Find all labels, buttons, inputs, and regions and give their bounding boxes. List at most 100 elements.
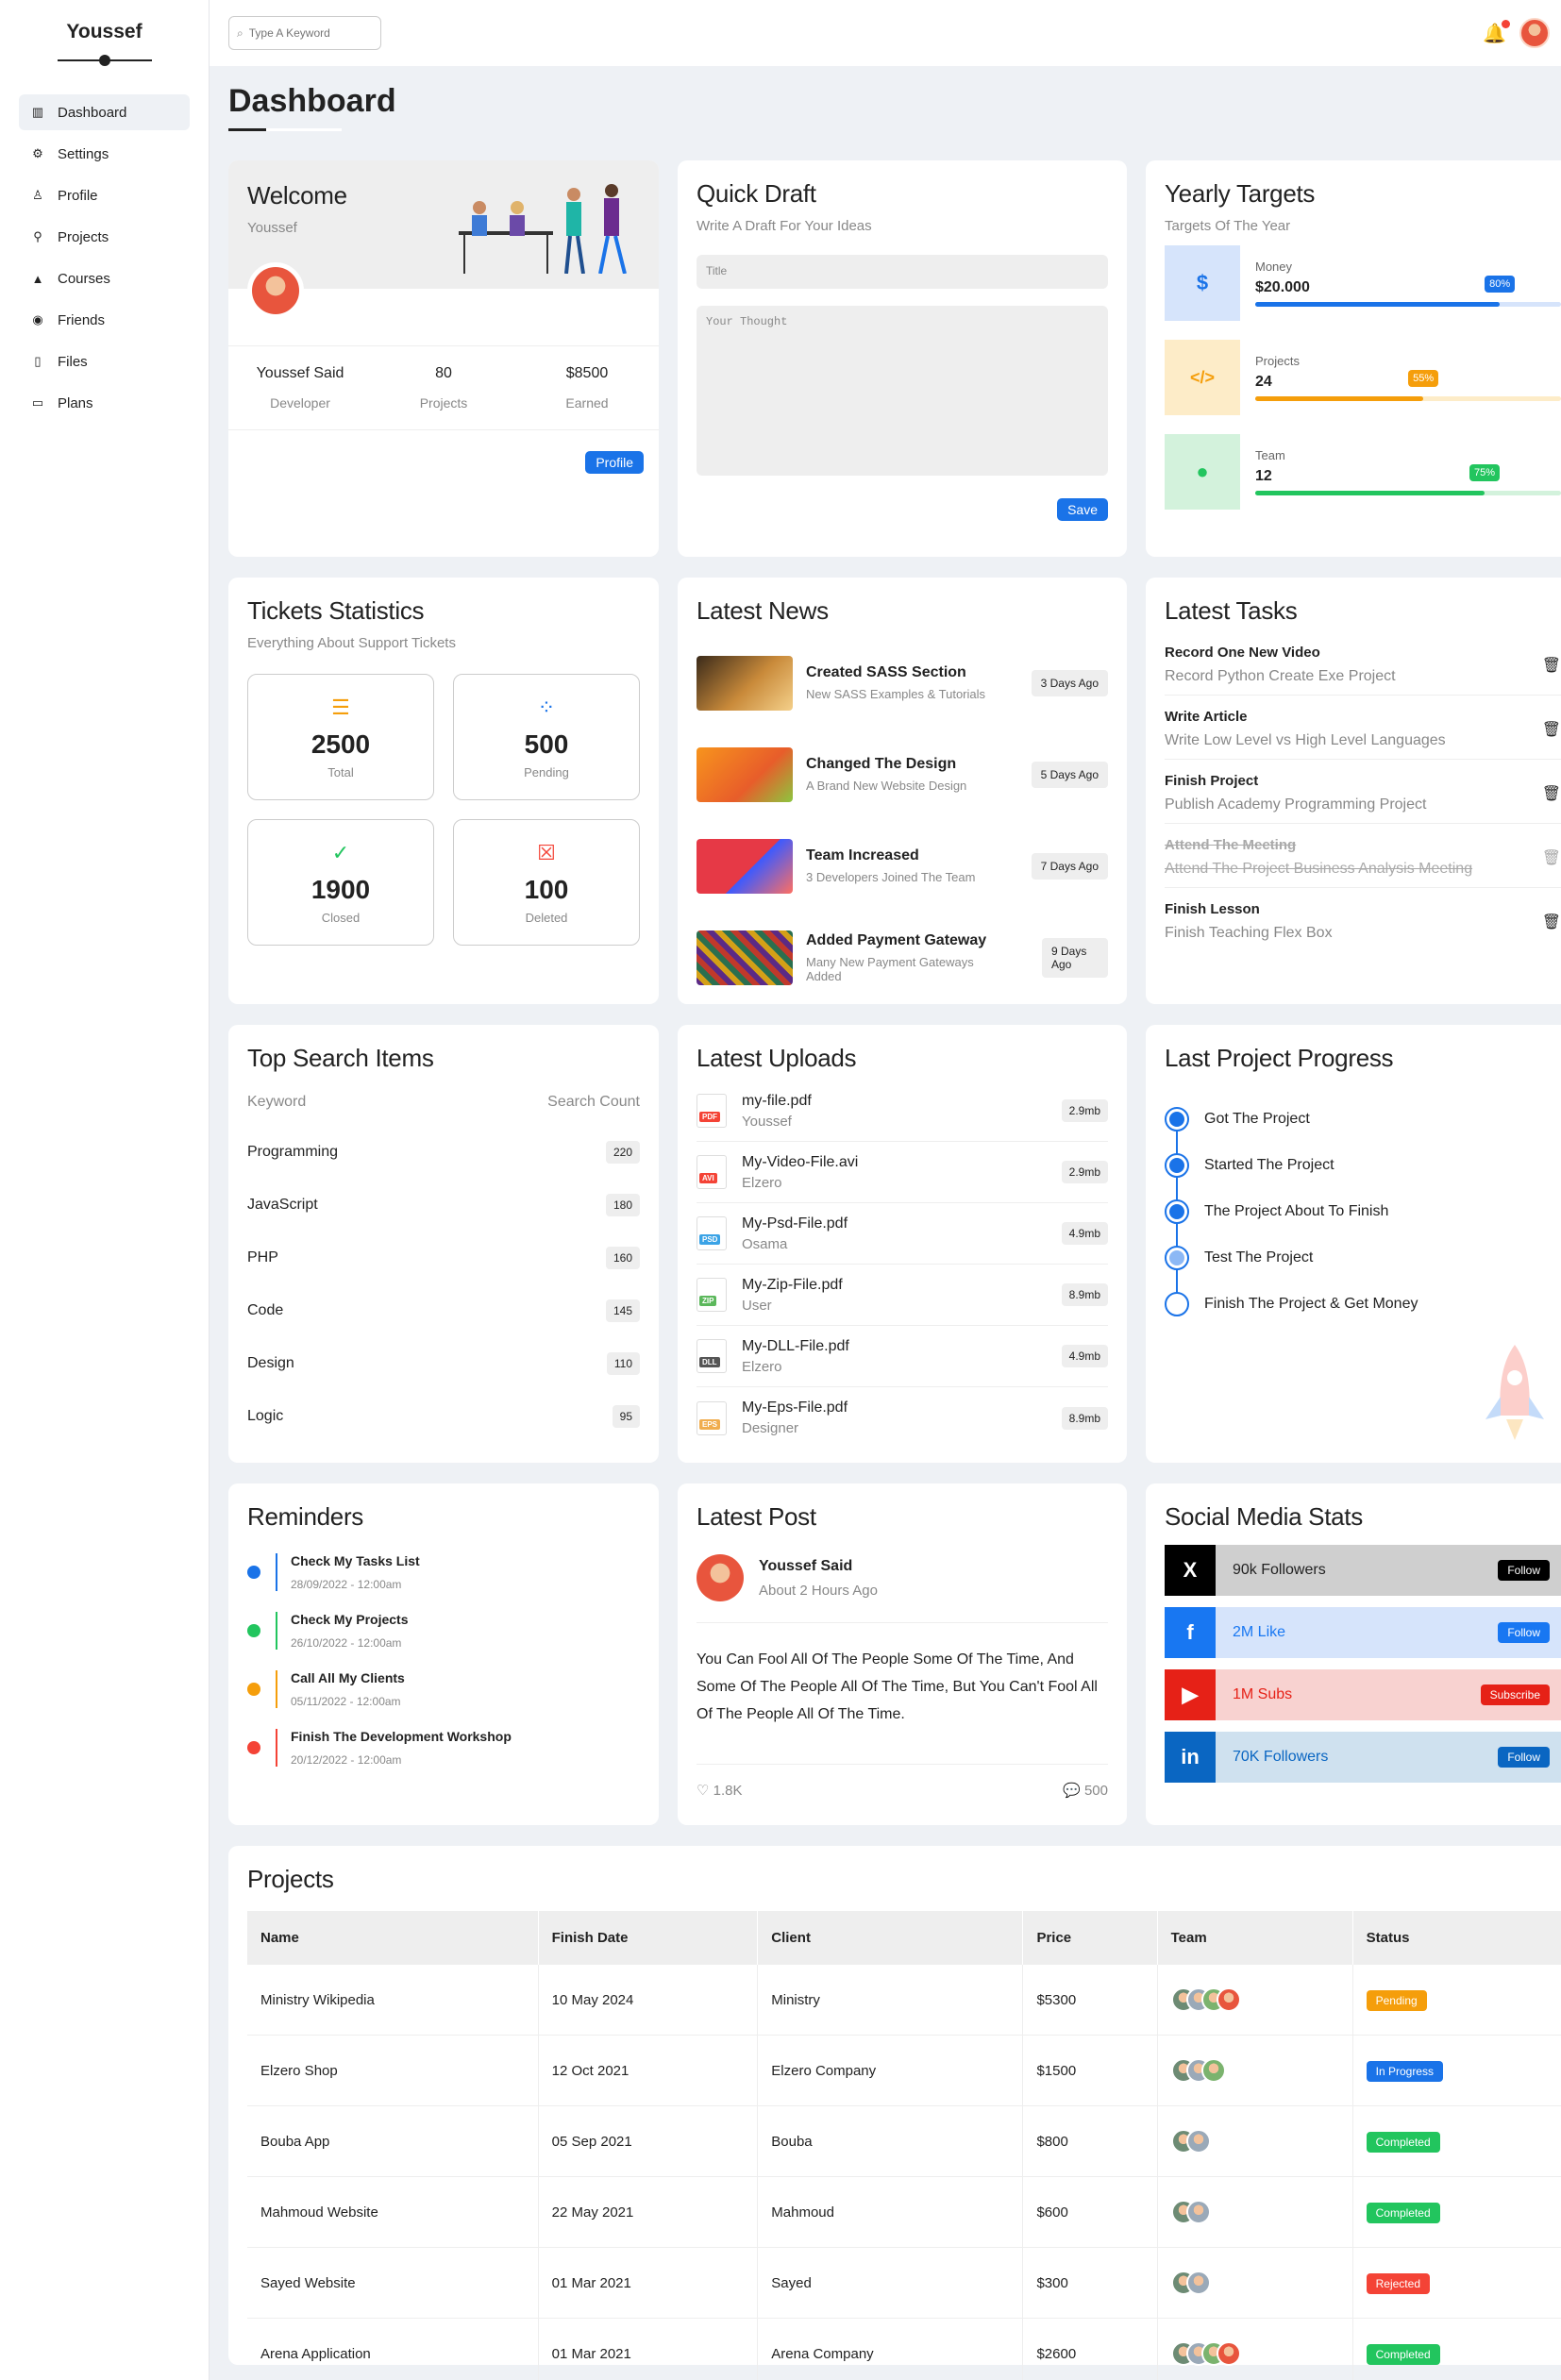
table-row: Elzero Shop 12 Oct 2021 Elzero Company $150…: [247, 2035, 1561, 2106]
sidebar-item-plans[interactable]: ▭ Plans: [19, 385, 190, 421]
sidebar-item-projects[interactable]: ⚲ Projects: [19, 219, 190, 255]
task-title: Write Article: [1165, 709, 1248, 725]
search-input[interactable]: [248, 26, 372, 40]
tasks-title: Latest Tasks: [1165, 596, 1298, 625]
sidebar-item-label: Plans: [58, 394, 93, 411]
subscribe-button[interactable]: Subscribe: [1480, 1684, 1550, 1705]
topbar: ⌕ 🔔: [210, 0, 1561, 66]
reminder-title: Check My Tasks List: [291, 1553, 420, 1568]
search-items-header: Keyword Search Count: [247, 1079, 640, 1126]
upload-row[interactable]: PDF my-file.pdf Youssef 2.9mb: [697, 1081, 1108, 1142]
file-ext: DLL: [699, 1357, 720, 1367]
yearly-targets-card: Yearly Targets Targets Of The Year $ Mon…: [1146, 160, 1561, 557]
project-price: $800: [1022, 2105, 1158, 2177]
sidebar-item-courses[interactable]: ▲ Courses: [19, 260, 190, 296]
stat-value: 80: [435, 365, 452, 381]
welcome-stats: Youssef Said Developer 80 Projects $8500 Ea…: [228, 345, 659, 430]
tickets-grid: ☰ 2500 Total ⁘ 500 Pending ✓ 1900 Closed ☒ 100 D…: [247, 674, 640, 946]
stat-label: Developer: [270, 395, 330, 411]
file-ext: PDF: [699, 1112, 720, 1122]
sidebar-item-label: Profile: [58, 187, 98, 204]
sidebar-item-profile[interactable]: ♙ Profile: [19, 177, 190, 213]
comments[interactable]: 💬 500: [1063, 1782, 1108, 1799]
target-bar-fill: [1255, 491, 1485, 495]
news-item[interactable]: Created SASS Section New SASS Examples & …: [697, 648, 1108, 717]
team-avatar: [1185, 2271, 1211, 2295]
progress-title: Last Project Progress: [1165, 1044, 1394, 1072]
draft-thought-textarea[interactable]: Your Thought: [697, 306, 1108, 476]
rocket-icon: [1485, 1345, 1544, 1440]
progress-step: Started The Project: [1165, 1142, 1561, 1188]
post-header: Youssef Said About 2 Hours Ago: [697, 1554, 1108, 1623]
sidebar-item-settings[interactable]: ⚙ Settings: [19, 136, 190, 172]
targets-title: Yearly Targets: [1165, 179, 1316, 208]
project-date: 12 Oct 2021: [537, 2035, 758, 2106]
uploads-title: Latest Uploads: [697, 1044, 857, 1072]
upload-row[interactable]: EPS My-Eps-File.pdf Designer 8.9mb: [697, 1387, 1108, 1449]
social-row-linkedin: in 70K Followers Follow: [1165, 1732, 1561, 1783]
save-button[interactable]: Save: [1057, 498, 1108, 521]
code-icon: </>: [1165, 340, 1240, 415]
trash-icon[interactable]: 🗑: [1542, 913, 1561, 931]
task-row: Attend The Meeting Attend The Project Bus…: [1165, 824, 1561, 888]
news-item[interactable]: Team Increased 3 Developers Joined The Te…: [697, 831, 1108, 900]
welcome-stat: $8500 Earned: [515, 365, 659, 411]
post-time: About 2 Hours Ago: [759, 1582, 878, 1599]
upload-row[interactable]: PSD My-Psd-File.pdf Osama 4.9mb: [697, 1203, 1108, 1265]
step-done-icon: [1165, 1198, 1189, 1224]
likes[interactable]: ♡ 1.8K: [697, 1782, 742, 1799]
stat-label: Projects: [419, 395, 468, 411]
trash-icon[interactable]: 🗑: [1542, 656, 1561, 675]
progress-step: Finish The Project & Get Money: [1165, 1281, 1561, 1327]
search-count: 145: [605, 1299, 640, 1322]
post-avatar: [697, 1554, 744, 1601]
col-header: Client: [757, 1911, 1023, 1965]
file-ext: EPS: [699, 1418, 721, 1430]
sidebar-item-files[interactable]: ▯ Files: [19, 344, 190, 379]
news-item[interactable]: Added Payment Gateway Many New Payment Ga…: [697, 923, 1108, 992]
task-desc: Write Low Level vs High Level Languages: [1165, 732, 1446, 748]
search-count: 110: [606, 1352, 640, 1375]
project-name: Sayed Website: [247, 2247, 539, 2319]
ticket-stat: ✓ 1900 Closed: [247, 819, 434, 946]
sidebar-item-friends[interactable]: ◉ Friends: [19, 302, 190, 338]
credit-card-icon: ▭: [31, 395, 44, 410]
trash-icon[interactable]: 🗑: [1542, 784, 1561, 803]
user-icon: ♙: [32, 188, 43, 202]
upload-row[interactable]: DLL My-DLL-File.pdf Elzero 4.9mb: [697, 1326, 1108, 1387]
reminder-item: Call All My Clients 05/11/2022 - 12:00am: [247, 1670, 640, 1708]
sidebar-nav: ▥ Dashboard ⚙ Settings ♙ Profile ⚲ Projects …: [0, 94, 209, 421]
news-item-title: Team Increased: [806, 847, 919, 863]
progress-step: The Project About To Finish: [1165, 1188, 1561, 1234]
follow-button[interactable]: Follow: [1498, 1747, 1550, 1768]
upload-user: Osama: [742, 1235, 788, 1252]
projects-title: Projects: [247, 1865, 334, 1893]
step-current-icon: [1165, 1245, 1189, 1270]
trash-icon[interactable]: 🗑: [1542, 848, 1561, 867]
draft-title-input[interactable]: Title: [697, 255, 1108, 289]
follow-button[interactable]: Follow: [1498, 1560, 1550, 1581]
follow-button[interactable]: Follow: [1498, 1622, 1550, 1643]
news-item[interactable]: Changed The Design A Brand New Website De…: [697, 740, 1108, 809]
close-square-icon: ☒: [537, 840, 556, 864]
quick-draft-card: Quick Draft Write A Draft For Your Ideas…: [678, 160, 1127, 557]
youtube-icon: ▶: [1165, 1669, 1216, 1720]
trash-icon[interactable]: 🗑: [1542, 720, 1561, 739]
brand-title: Youssef: [66, 21, 143, 42]
upload-row[interactable]: AVI My-Video-File.avi Elzero 2.9mb: [697, 1142, 1108, 1203]
search-box[interactable]: ⌕: [228, 16, 381, 50]
search-count: 95: [612, 1405, 640, 1428]
count-header: Search Count: [547, 1094, 640, 1110]
search-row: PHP 160: [247, 1232, 640, 1284]
task-desc: Attend The Project Business Analysis Mee…: [1165, 861, 1473, 877]
social-title: Social Media Stats: [1165, 1502, 1363, 1531]
upload-row[interactable]: ZIP My-Zip-File.pdf User 8.9mb: [697, 1265, 1108, 1326]
social-row-facebook: f 2M Like Follow: [1165, 1607, 1561, 1658]
table-row: Bouba App 05 Sep 2021 Bouba $800 Completed: [247, 2105, 1561, 2177]
profile-button[interactable]: Profile: [585, 451, 644, 474]
avatar[interactable]: [1519, 18, 1550, 48]
project-price: $2600: [1022, 2318, 1158, 2380]
col-header: Status: [1351, 1911, 1561, 1965]
bell-icon[interactable]: 🔔: [1483, 19, 1510, 45]
sidebar-item-dashboard[interactable]: ▥ Dashboard: [19, 94, 190, 130]
